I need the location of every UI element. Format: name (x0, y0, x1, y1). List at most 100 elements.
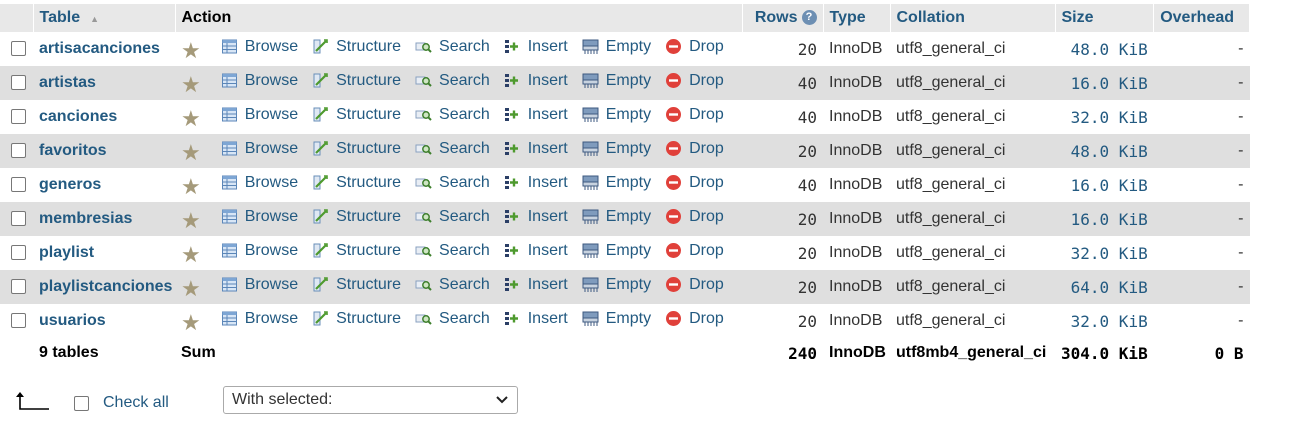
search-label[interactable]: Search (439, 242, 490, 260)
drop-label[interactable]: Drop (689, 276, 724, 294)
drop-action[interactable]: Drop (665, 140, 724, 158)
search-label[interactable]: Search (439, 140, 490, 158)
browse-action[interactable]: Browse (221, 276, 298, 294)
row-checkbox[interactable] (11, 177, 26, 193)
row-checkbox[interactable] (11, 143, 26, 159)
structure-action[interactable]: Structure (312, 140, 401, 158)
browse-label[interactable]: Browse (245, 72, 298, 90)
insert-label[interactable]: Insert (528, 38, 568, 56)
browse-label[interactable]: Browse (245, 38, 298, 56)
row-checkbox-cell[interactable] (0, 66, 33, 100)
empty-label[interactable]: Empty (606, 174, 651, 192)
table-name-cell[interactable]: generos (33, 168, 175, 202)
with-selected-dropdown[interactable]: With selected: (223, 386, 518, 414)
row-checkbox-cell[interactable] (0, 100, 33, 134)
browse-action[interactable]: Browse (221, 72, 298, 90)
table-name-link[interactable]: usuarios (39, 312, 106, 329)
structure-action[interactable]: Structure (312, 106, 401, 124)
structure-action[interactable]: Structure (312, 276, 401, 294)
structure-action[interactable]: Structure (312, 208, 401, 226)
drop-action[interactable]: Drop (665, 174, 724, 192)
insert-action[interactable]: Insert (504, 208, 568, 226)
check-all-label[interactable]: Check all (103, 394, 169, 412)
drop-action[interactable]: Drop (665, 276, 724, 294)
insert-label[interactable]: Insert (528, 174, 568, 192)
table-name-link[interactable]: membresias (39, 210, 132, 227)
row-checkbox[interactable] (11, 313, 26, 329)
search-label[interactable]: Search (439, 106, 490, 124)
empty-label[interactable]: Empty (606, 38, 651, 56)
empty-action[interactable]: Empty (582, 174, 651, 192)
structure-action[interactable]: Structure (312, 310, 401, 328)
drop-label[interactable]: Drop (689, 140, 724, 158)
header-table[interactable]: Table ▲ (33, 4, 176, 32)
insert-action[interactable]: Insert (504, 140, 568, 158)
star-icon[interactable]: ★ (181, 210, 201, 232)
drop-action[interactable]: Drop (665, 72, 724, 90)
empty-label[interactable]: Empty (606, 242, 651, 260)
drop-action[interactable]: Drop (665, 38, 724, 56)
table-name-link[interactable]: playlist (39, 244, 94, 261)
star-icon[interactable]: ★ (181, 40, 201, 62)
empty-action[interactable]: Empty (582, 310, 651, 328)
insert-action[interactable]: Insert (504, 72, 568, 90)
table-name-cell[interactable]: playlistcanciones (33, 270, 175, 304)
insert-label[interactable]: Insert (528, 310, 568, 328)
row-checkbox-cell[interactable] (0, 202, 33, 236)
browse-action[interactable]: Browse (221, 242, 298, 260)
search-action[interactable]: Search (415, 106, 490, 124)
drop-action[interactable]: Drop (665, 106, 724, 124)
drop-action[interactable]: Drop (665, 242, 724, 260)
browse-action[interactable]: Browse (221, 106, 298, 124)
browse-label[interactable]: Browse (245, 242, 298, 260)
row-checkbox-cell[interactable] (0, 32, 33, 66)
search-label[interactable]: Search (439, 208, 490, 226)
structure-label[interactable]: Structure (336, 38, 401, 56)
table-name-cell[interactable]: favoritos (33, 134, 175, 168)
table-name-link[interactable]: artistas (39, 74, 96, 91)
insert-action[interactable]: Insert (504, 276, 568, 294)
table-name-link[interactable]: artisacanciones (39, 40, 160, 57)
table-name-cell[interactable]: artistas (33, 66, 175, 100)
search-action[interactable]: Search (415, 208, 490, 226)
insert-label[interactable]: Insert (528, 106, 568, 124)
table-name-link[interactable]: playlistcanciones (39, 278, 172, 295)
insert-label[interactable]: Insert (528, 208, 568, 226)
header-rows[interactable]: Rows? (742, 4, 824, 32)
structure-action[interactable]: Structure (312, 38, 401, 56)
search-action[interactable]: Search (415, 38, 490, 56)
drop-label[interactable]: Drop (689, 38, 724, 56)
insert-action[interactable]: Insert (504, 106, 568, 124)
row-checkbox[interactable] (11, 75, 26, 91)
empty-action[interactable]: Empty (582, 242, 651, 260)
browse-action[interactable]: Browse (221, 140, 298, 158)
browse-action[interactable]: Browse (221, 38, 298, 56)
empty-action[interactable]: Empty (582, 276, 651, 294)
browse-label[interactable]: Browse (245, 310, 298, 328)
structure-label[interactable]: Structure (336, 72, 401, 90)
structure-action[interactable]: Structure (312, 242, 401, 260)
table-name-cell[interactable]: playlist (33, 236, 175, 270)
empty-label[interactable]: Empty (606, 72, 651, 90)
browse-action[interactable]: Browse (221, 208, 298, 226)
star-icon[interactable]: ★ (181, 278, 201, 300)
drop-action[interactable]: Drop (665, 310, 724, 328)
empty-label[interactable]: Empty (606, 140, 651, 158)
header-overhead[interactable]: Overhead (1153, 4, 1250, 32)
empty-action[interactable]: Empty (582, 140, 651, 158)
table-name-link[interactable]: favoritos (39, 142, 107, 159)
browse-label[interactable]: Browse (245, 276, 298, 294)
drop-label[interactable]: Drop (689, 242, 724, 260)
empty-action[interactable]: Empty (582, 106, 651, 124)
browse-label[interactable]: Browse (245, 140, 298, 158)
row-checkbox[interactable] (11, 279, 26, 295)
structure-action[interactable]: Structure (312, 174, 401, 192)
search-label[interactable]: Search (439, 72, 490, 90)
structure-label[interactable]: Structure (336, 140, 401, 158)
empty-label[interactable]: Empty (606, 106, 651, 124)
table-name-cell[interactable]: artisacanciones (33, 32, 175, 66)
structure-label[interactable]: Structure (336, 276, 401, 294)
empty-label[interactable]: Empty (606, 276, 651, 294)
header-collation[interactable]: Collation (890, 4, 1056, 32)
help-icon[interactable]: ? (801, 10, 817, 26)
